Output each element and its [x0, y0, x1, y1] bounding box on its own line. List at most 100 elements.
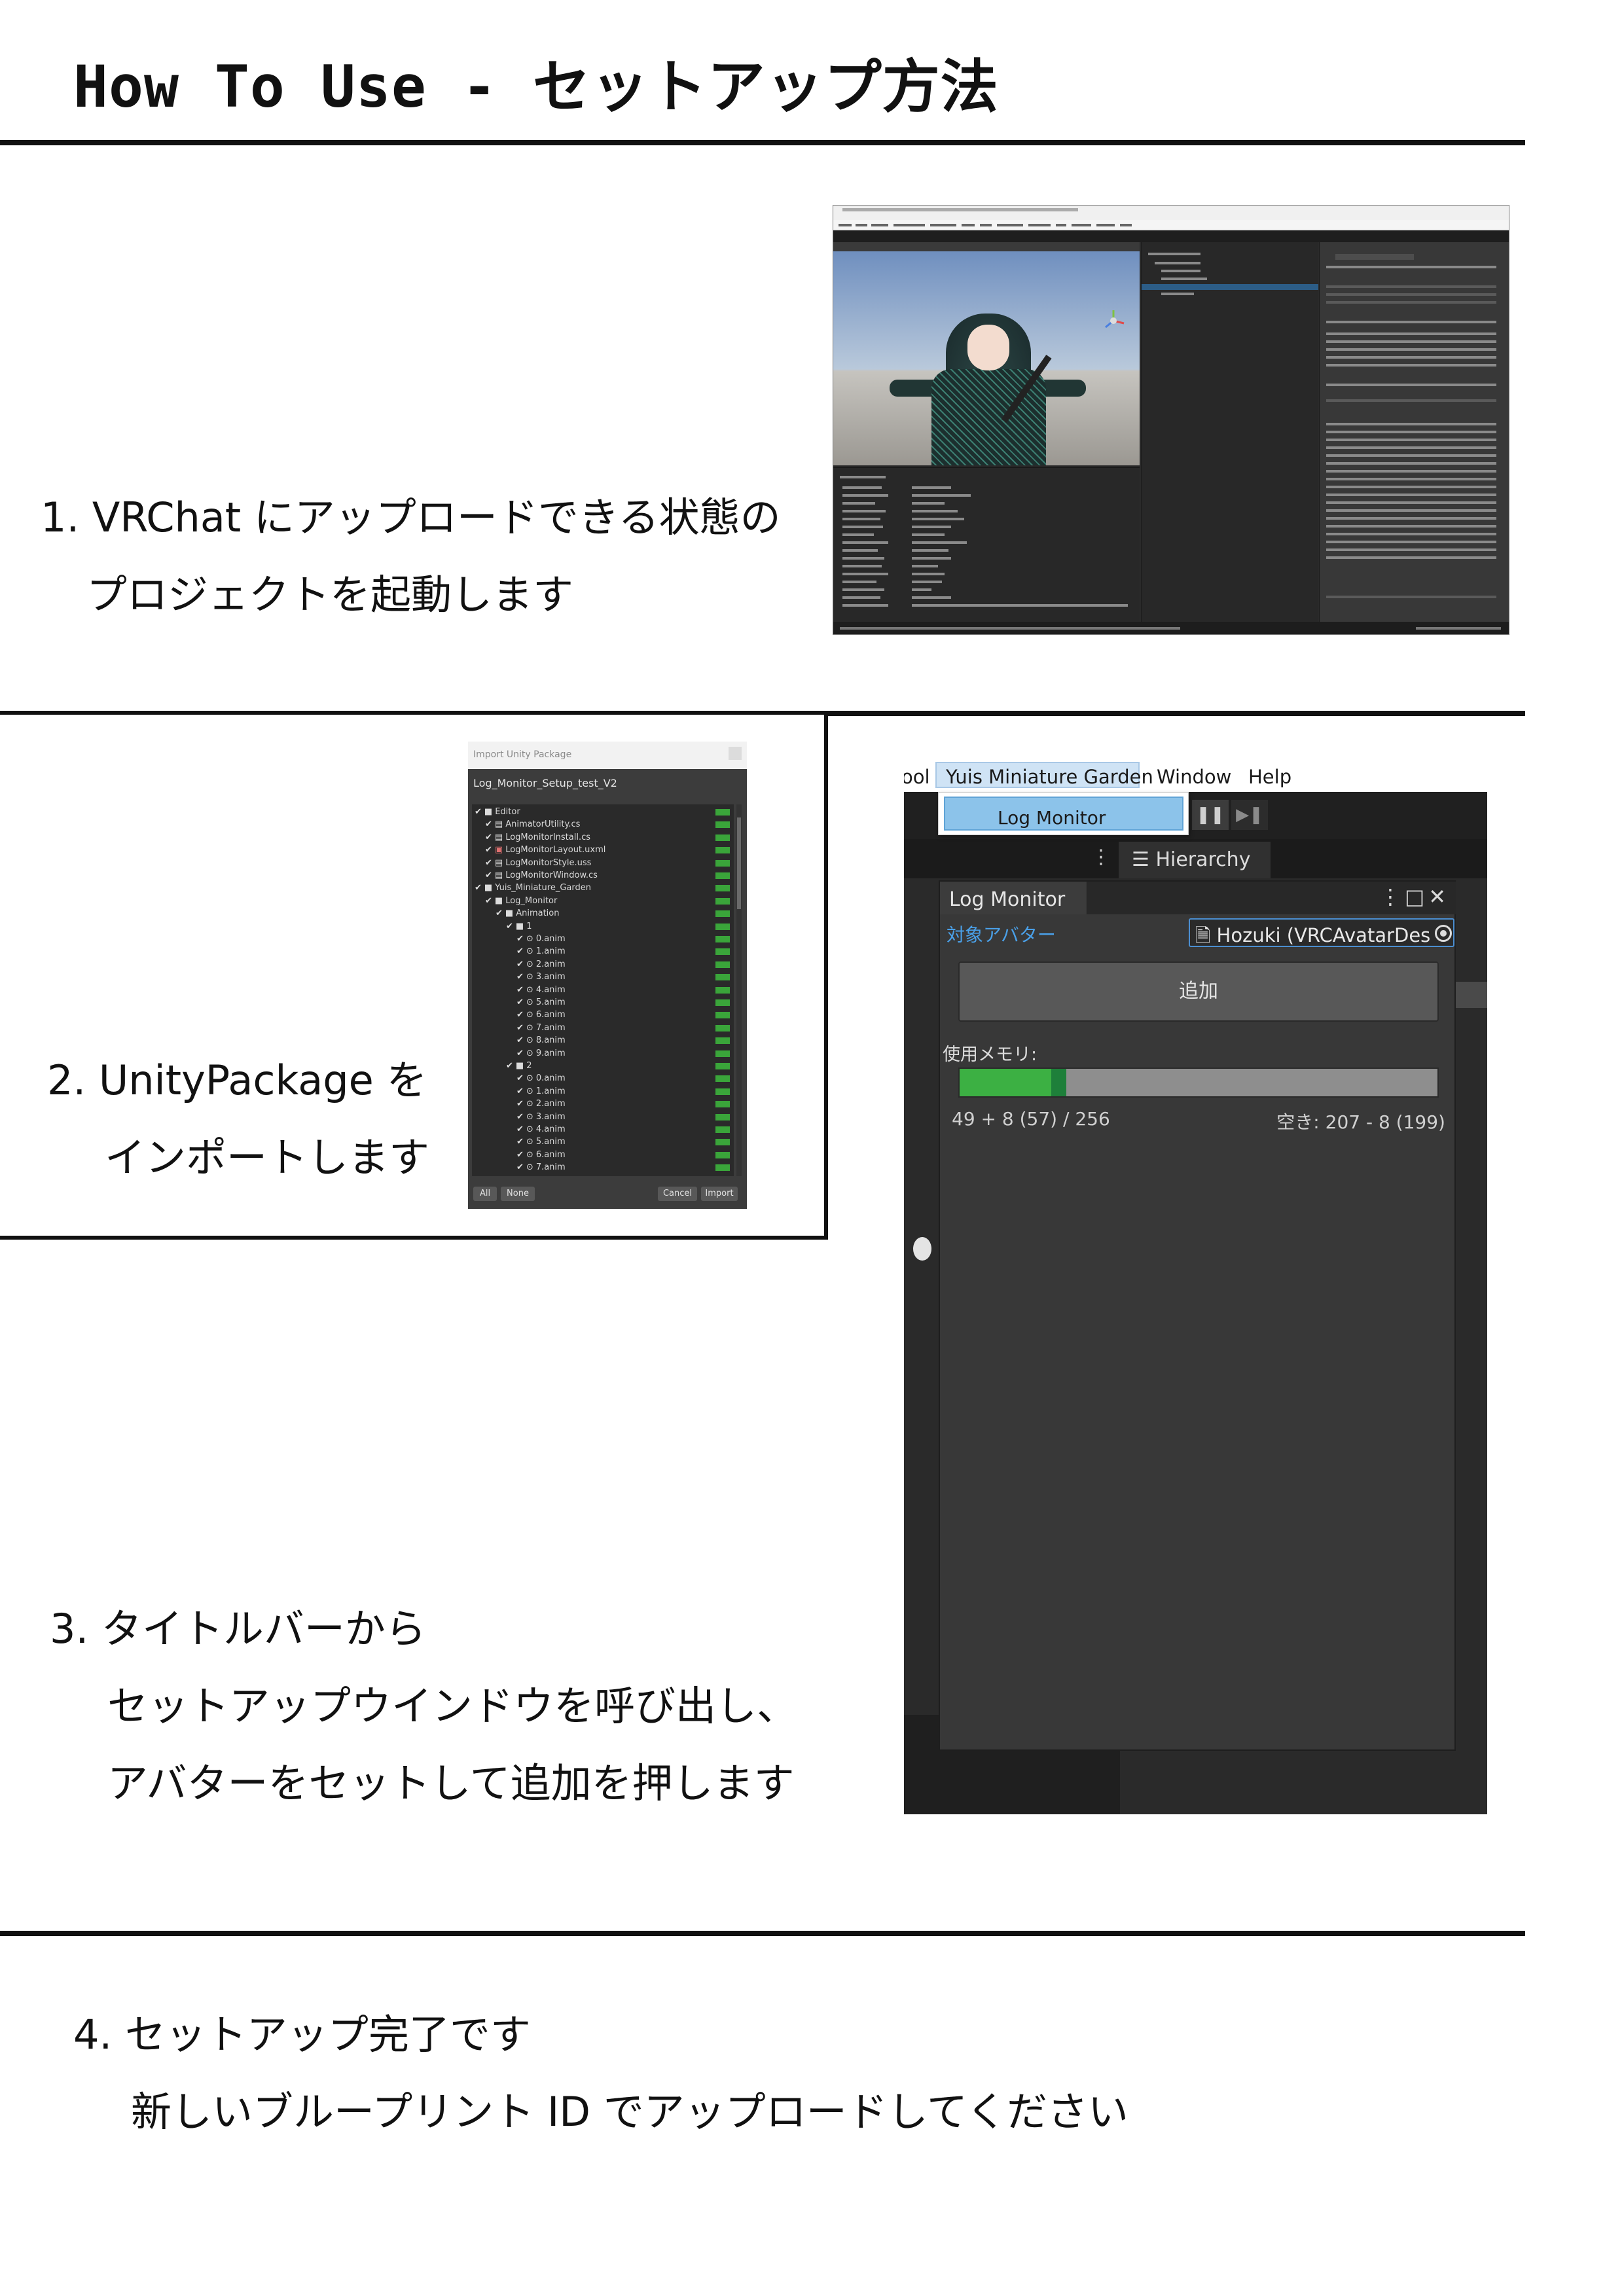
- anim-icon: ⊙: [526, 1073, 533, 1084]
- new-badge: [715, 910, 730, 918]
- step-icon[interactable]: ▶❚: [1231, 800, 1268, 830]
- dropdown-item-log-monitor[interactable]: Log Monitor: [944, 797, 1183, 831]
- new-badge: [715, 1113, 730, 1121]
- checkbox-icon[interactable]: ✔: [516, 1023, 524, 1033]
- new-badge: [715, 1063, 730, 1069]
- checkbox-icon[interactable]: ✔: [516, 985, 524, 995]
- none-button[interactable]: None: [501, 1187, 535, 1201]
- checkbox-icon[interactable]: ✔: [485, 858, 492, 868]
- step-2-box-right: [824, 711, 828, 1240]
- checkbox-icon[interactable]: ✔: [516, 1035, 524, 1045]
- list-item[interactable]: ✔ ⊙ 3.anim: [516, 1111, 566, 1123]
- object-picker-icon[interactable]: [1435, 925, 1452, 942]
- tab-hierarchy[interactable]: ☰ Hierarchy: [1119, 842, 1271, 878]
- checkbox-icon[interactable]: ✔: [506, 922, 513, 931]
- checkbox-icon[interactable]: ✔: [485, 845, 492, 855]
- checkbox-icon[interactable]: ✔: [516, 1124, 524, 1134]
- list-item[interactable]: ✔ ⊙ 4.anim: [516, 984, 566, 996]
- menu-yuis-miniature-garden[interactable]: Yuis Miniature Garden: [946, 766, 1153, 788]
- list-item[interactable]: ✔ ■ Yuis_Miniature_Garden: [475, 882, 591, 894]
- list-item[interactable]: ✔ ▤ LogMonitorStyle.uss: [485, 857, 591, 869]
- list-item[interactable]: ✔ ■ Animation: [496, 907, 559, 920]
- list-item[interactable]: ✔ ■ Log_Monitor: [485, 895, 557, 907]
- checkbox-icon[interactable]: ✔: [516, 1049, 524, 1058]
- checkbox-icon[interactable]: ✔: [516, 1073, 524, 1083]
- checkbox-icon[interactable]: ✔: [516, 1137, 524, 1147]
- list-item[interactable]: ✔ ⊙ 0.anim: [516, 1072, 566, 1085]
- menu-dots-icon[interactable]: ⋮: [1380, 884, 1405, 909]
- list-item[interactable]: ✔ ■ 2: [506, 1060, 532, 1072]
- checkbox-icon[interactable]: ✔: [516, 1150, 524, 1160]
- list-item[interactable]: ✔ ⊙ 6.anim: [516, 1009, 566, 1021]
- list-item[interactable]: ✔ ▣ LogMonitorLayout.uxml: [485, 844, 605, 856]
- list-item[interactable]: ✔ ⊙ 4.anim: [516, 1123, 566, 1136]
- garden-dropdown-menu: Log Monitor: [938, 792, 1189, 835]
- new-badge: [715, 948, 730, 956]
- close-icon[interactable]: ✕: [1428, 884, 1450, 909]
- list-item[interactable]: ✔ ▤ AnimatorUtility.cs: [485, 818, 580, 831]
- checkbox-icon[interactable]: ✔: [516, 972, 524, 982]
- list-item[interactable]: ✔ ▤ LogMonitorWindow.cs: [485, 869, 598, 882]
- import-button[interactable]: Import: [701, 1187, 738, 1201]
- list-item[interactable]: ✔ ⊙ 1.anim: [516, 945, 566, 958]
- project-panel: [833, 467, 1140, 622]
- anim-icon: ⊙: [526, 997, 533, 1007]
- folder-icon: ■: [505, 908, 514, 919]
- maximize-icon[interactable]: □: [1405, 884, 1428, 909]
- checkbox-icon[interactable]: ✔: [475, 883, 482, 893]
- checkbox-icon[interactable]: ✔: [516, 960, 524, 969]
- menu-tools[interactable]: ool: [904, 766, 930, 788]
- list-scrollbar[interactable]: [736, 804, 742, 1176]
- list-item[interactable]: ✔ ⊙ 5.anim: [516, 996, 566, 1009]
- list-item[interactable]: ✔ ⊙ 9.anim: [516, 1047, 566, 1060]
- checkbox-icon[interactable]: ✔: [485, 870, 492, 880]
- memory-free-text: 空き: 207 - 8 (199): [1276, 1111, 1445, 1133]
- checkbox-icon[interactable]: ✔: [516, 1010, 524, 1020]
- checkbox-icon[interactable]: ✔: [516, 1112, 524, 1122]
- checkbox-icon[interactable]: ✔: [516, 934, 524, 944]
- list-item[interactable]: ✔ ■ 1: [506, 920, 532, 933]
- list-item[interactable]: ✔ ⊙ 2.anim: [516, 958, 566, 971]
- list-item[interactable]: ✔ ⊙ 6.anim: [516, 1149, 566, 1161]
- list-item[interactable]: ✔ ⊙ 3.anim: [516, 971, 566, 983]
- avatar-face: [967, 325, 1009, 370]
- menu-window[interactable]: Window: [1157, 766, 1231, 788]
- list-item[interactable]: ✔ ⊙ 2.anim: [516, 1098, 566, 1110]
- cancel-button[interactable]: Cancel: [658, 1187, 697, 1201]
- menu-help[interactable]: Help: [1248, 766, 1291, 788]
- list-item[interactable]: ✔ ⊙ 7.anim: [516, 1022, 566, 1034]
- avatar-object-field[interactable]: 🗎 Hozuki (VRCAvatarDes: [1189, 918, 1454, 947]
- more-icon[interactable]: ⋮: [1091, 846, 1111, 869]
- list-item-label: Editor: [495, 807, 520, 817]
- checkbox-icon[interactable]: ✔: [516, 1099, 524, 1109]
- list-item[interactable]: ✔ ⊙ 7.anim: [516, 1161, 566, 1174]
- list-item-label: AnimatorUtility.cs: [505, 819, 581, 830]
- close-icon[interactable]: [729, 747, 742, 760]
- checkbox-icon[interactable]: ✔: [485, 896, 492, 906]
- checkbox-icon[interactable]: ✔: [516, 946, 524, 956]
- checkbox-icon[interactable]: ✔: [496, 908, 503, 918]
- list-item[interactable]: ✔ ■ Editor: [475, 806, 520, 818]
- pause-icon[interactable]: ❚❚: [1192, 800, 1229, 830]
- checkbox-icon[interactable]: ✔: [516, 997, 524, 1007]
- tab-log-monitor[interactable]: Log Monitor: [940, 882, 1087, 914]
- checkbox-icon[interactable]: ✔: [506, 1061, 513, 1071]
- list-item[interactable]: ✔ ▤ LogMonitorInstall.cs: [485, 831, 590, 844]
- list-item[interactable]: ✔ ⊙ 8.anim: [516, 1034, 566, 1047]
- checkbox-icon[interactable]: ✔: [485, 833, 492, 842]
- list-item-label: LogMonitorStyle.uss: [505, 857, 592, 868]
- editor-side-element: [1456, 982, 1487, 1008]
- list-item[interactable]: ✔ ⊙ 5.anim: [516, 1136, 566, 1148]
- all-button[interactable]: All: [473, 1187, 497, 1201]
- step-3-line-1: 3. タイトルバーから: [50, 1605, 426, 1653]
- scene-gizmo-icon: [1105, 310, 1125, 329]
- add-button[interactable]: 追加: [958, 961, 1439, 1022]
- checkbox-icon[interactable]: ✔: [485, 819, 492, 829]
- list-item[interactable]: ✔ ⊙ 0.anim: [516, 933, 566, 945]
- list-item[interactable]: ✔ ⊙ 1.anim: [516, 1085, 566, 1098]
- log-monitor-window: Log Monitor ⋮□✕ 対象アバター 🗎 Hozuki (VRCAvat…: [939, 880, 1456, 1751]
- script-icon: ▤: [494, 832, 503, 842]
- checkbox-icon[interactable]: ✔: [475, 807, 482, 817]
- checkbox-icon[interactable]: ✔: [516, 1086, 524, 1096]
- checkbox-icon[interactable]: ✔: [516, 1162, 524, 1172]
